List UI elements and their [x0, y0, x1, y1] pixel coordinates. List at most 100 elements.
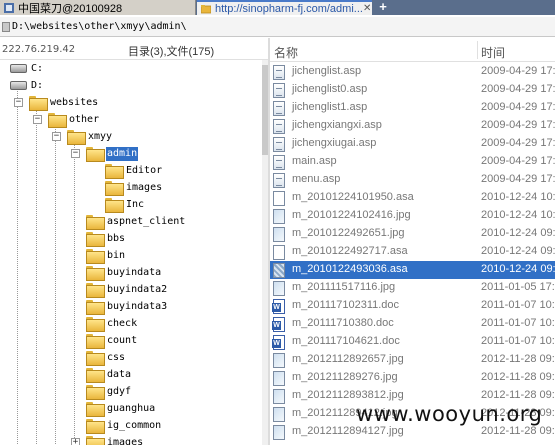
file-row[interactable]: m_2010122493036.asa 2010-12-24 09:	[270, 261, 555, 279]
item-count: 目录(3),文件(175)	[128, 46, 215, 58]
tree-item-label: images	[126, 182, 163, 193]
file-row[interactable]: jichengxiugai.asp 2009-04-29 17:0	[270, 135, 555, 153]
tree-item[interactable]: gdyf	[0, 383, 268, 400]
file-name: menu.asp	[292, 173, 341, 185]
file-name: main.asp	[292, 155, 337, 167]
server-ip: 222.76.219.42	[2, 44, 76, 55]
tree-item[interactable]: css	[0, 349, 268, 366]
file-row[interactable]: m_20111710380.doc 2011-01-07 10:	[270, 315, 555, 333]
tree-item[interactable]: aspnet_client	[0, 213, 268, 230]
file-row[interactable]: m_20101224101950.asa 2010-12-24 10:	[270, 189, 555, 207]
collapse-icon[interactable]: −	[33, 115, 42, 124]
file-row[interactable]: m_2010122492651.jpg 2010-12-24 09:	[270, 225, 555, 243]
file-name: m_2012112893812.jpg	[292, 389, 404, 401]
tree-item-label: css	[107, 352, 126, 363]
image-file-icon	[273, 371, 285, 386]
app-icon	[4, 2, 14, 13]
file-time: 2011-01-07 10:	[481, 317, 555, 329]
tab-caidao-label: 中国菜刀@20100928	[18, 2, 123, 15]
image-file-icon	[273, 425, 285, 440]
file-row[interactable]: m_2012112892657.jpg 2012-11-28 09:	[270, 351, 555, 369]
tree-item[interactable]: count	[0, 332, 268, 349]
file-row[interactable]: jichenglist1.asp 2009-04-29 17:0	[270, 99, 555, 117]
tree-item-label: Inc	[126, 199, 145, 210]
close-tab-icon[interactable]: ✕	[363, 3, 371, 14]
asp-file-icon	[273, 101, 285, 116]
tree-item[interactable]: − websites	[0, 94, 268, 111]
tree-item[interactable]: check	[0, 315, 268, 332]
column-time-header[interactable]: 时间	[481, 44, 505, 61]
folder-icon	[86, 283, 105, 298]
folder-icon	[86, 419, 105, 434]
file-name: m_20101224101950.asa	[292, 191, 414, 203]
file-row[interactable]: main.asp 2009-04-29 17:0	[270, 153, 555, 171]
folder-icon	[86, 232, 105, 247]
file-row[interactable]: menu.asp 2009-04-29 17:0	[270, 171, 555, 189]
file-time: 2011-01-07 10:	[481, 299, 555, 311]
file-row[interactable]: m_20101224102416.jpg 2010-12-24 10:	[270, 207, 555, 225]
tree-item-label: xmyy	[88, 131, 113, 142]
tree-item[interactable]: − xmyy	[0, 128, 268, 145]
file-time: 2010-12-24 09:	[481, 263, 555, 275]
tree-item[interactable]: buyindata2	[0, 281, 268, 298]
tree-item-label: aspnet_client	[107, 216, 186, 227]
file-row[interactable]: m_2010122492717.asa 2010-12-24 09:	[270, 243, 555, 261]
watermark: www.wooyun.org	[356, 402, 543, 426]
file-name: jichenglist.asp	[292, 65, 362, 77]
tree-item[interactable]: buyindata3	[0, 298, 268, 315]
tree-item[interactable]: C:	[0, 60, 268, 77]
file-row[interactable]: m_201117104621.doc 2011-01-07 10:	[270, 333, 555, 351]
collapse-icon[interactable]: −	[71, 149, 80, 158]
tree-item[interactable]: bbs	[0, 230, 268, 247]
file-row[interactable]: jichenglist.asp 2009-04-29 17:0	[270, 63, 555, 81]
tree-item[interactable]: + images	[0, 434, 268, 445]
column-name-header[interactable]: 名称	[274, 44, 298, 61]
file-name: m_20101224102416.jpg	[292, 209, 411, 221]
collapse-icon[interactable]: −	[14, 98, 23, 107]
file-row[interactable]: jichenglist0.asp 2009-04-29 17:0	[270, 81, 555, 99]
tree-item[interactable]: images	[0, 179, 268, 196]
tree-item-label: bin	[107, 250, 126, 261]
tree-item-label: D:	[31, 80, 44, 91]
file-row[interactable]: m_201211289276.jpg 2012-11-28 09:	[270, 369, 555, 387]
folder-icon	[86, 266, 105, 281]
file-icon	[273, 191, 285, 206]
tree-item[interactable]: buyindata	[0, 264, 268, 281]
file-time: 2009-04-29 17:0	[481, 155, 555, 167]
tree-item[interactable]: data	[0, 366, 268, 383]
file-row[interactable]: jichengxiangxi.asp 2009-04-29 17:0	[270, 117, 555, 135]
expand-icon[interactable]: +	[71, 438, 80, 445]
tree-item-label: guanghua	[107, 403, 156, 414]
word-doc-icon	[272, 335, 285, 350]
file-time: 2010-12-24 09:	[481, 245, 555, 257]
file-time: 2012-11-28 09:	[481, 371, 555, 383]
file-row[interactable]: m_201117102311.doc 2011-01-07 10:	[270, 297, 555, 315]
column-separator[interactable]	[477, 41, 478, 59]
file-icon	[273, 263, 285, 278]
file-time: 2010-12-24 09:	[481, 227, 555, 239]
file-time: 2010-12-24 10:	[481, 209, 555, 221]
tree-item[interactable]: ig_common	[0, 417, 268, 434]
folder-icon	[29, 96, 48, 111]
tree-item[interactable]: guanghua	[0, 400, 268, 417]
tree-item[interactable]: D:	[0, 77, 268, 94]
tree-item[interactable]: Editor	[0, 162, 268, 179]
tree-item[interactable]: bin	[0, 247, 268, 264]
tab-caidao[interactable]: 中国菜刀@20100928	[0, 0, 196, 15]
folder-icon	[86, 147, 105, 162]
collapse-icon[interactable]: −	[52, 132, 61, 141]
file-icon	[273, 245, 285, 260]
folder-icon	[86, 215, 105, 230]
tree-item[interactable]: Inc	[0, 196, 268, 213]
new-tab-button[interactable]: +	[374, 0, 392, 15]
folder-icon	[201, 4, 211, 13]
path-bar[interactable]: D:\websites\other\xmyy\admin\	[0, 17, 555, 37]
tree-item-label: check	[107, 318, 138, 329]
asp-file-icon	[273, 119, 285, 134]
word-doc-icon	[272, 299, 285, 314]
file-row[interactable]: m_201111517116.jpg 2011-01-05 17:	[270, 279, 555, 297]
tab-site[interactable]: http://sinopharm-fj.com/admi... ✕	[197, 0, 372, 15]
tree-item[interactable]: − other	[0, 111, 268, 128]
path-icon	[2, 21, 10, 32]
tree-item[interactable]: − admin	[0, 145, 268, 162]
